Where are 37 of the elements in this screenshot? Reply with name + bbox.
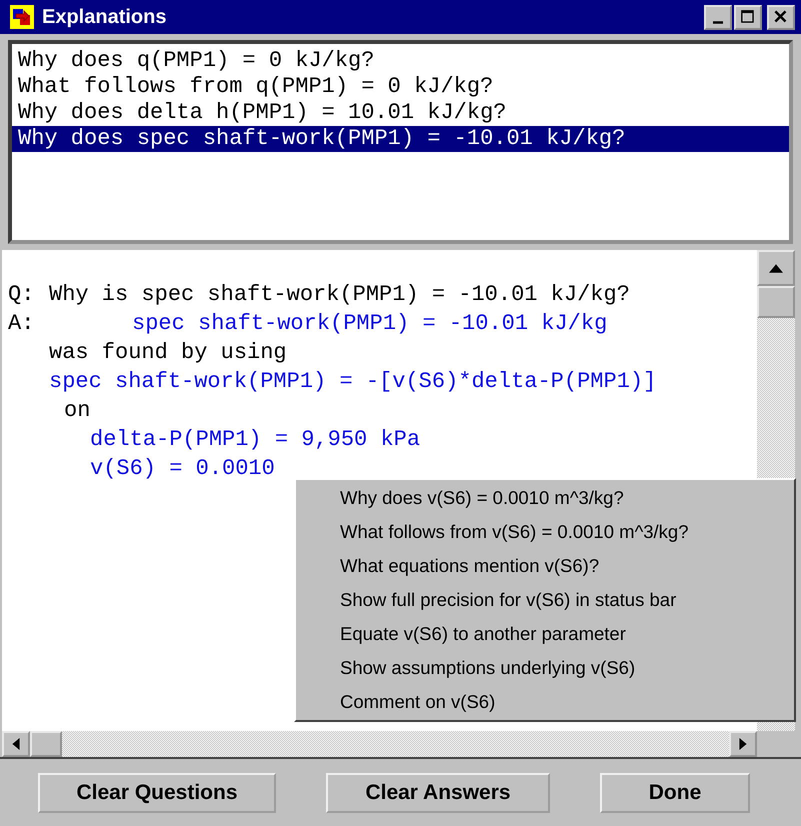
close-button[interactable] — [767, 4, 795, 30]
left-arrow-icon — [12, 738, 20, 750]
menu-item[interactable]: Equate v(S6) to another parameter — [340, 617, 794, 651]
menu-item[interactable]: Show assumptions underlying v(S6) — [340, 651, 794, 685]
question-item[interactable]: Why does delta h(PMP1) = 10.01 kJ/kg? — [12, 100, 789, 126]
scroll-right-button[interactable] — [729, 731, 757, 757]
window-title: Explanations — [42, 6, 168, 28]
question-item[interactable]: What follows from q(PMP1) = 0 kJ/kg? — [12, 74, 789, 100]
scroll-thumb[interactable] — [30, 731, 62, 757]
dialog-button[interactable]: Done — [600, 772, 750, 812]
menu-item[interactable]: Show full precision for v(S6) in status bar — [340, 583, 794, 617]
question-line[interactable]: Why is spec shaft-work(PMP1) = -10.01 kJ/kg? — [49, 280, 630, 309]
app-icon — [10, 5, 34, 29]
answer-line[interactable]: spec shaft-work(PMP1) = -10.01 kJ/kg — [132, 309, 608, 338]
maximize-button[interactable] — [734, 4, 762, 30]
menu-item[interactable]: Comment on v(S6) — [340, 685, 794, 719]
up-arrow-icon — [769, 264, 783, 272]
question-item[interactable]: Why does q(PMP1) = 0 kJ/kg? — [12, 48, 789, 74]
right-arrow-icon — [739, 738, 747, 750]
explanation-line[interactable]: on — [64, 396, 90, 425]
scroll-left-button[interactable] — [2, 731, 30, 757]
question-item[interactable]: Why does spec shaft-work(PMP1) = -10.01 kJ/kg? — [12, 126, 789, 152]
line-label: A: — [8, 310, 36, 338]
equation-line[interactable]: spec shaft-work(PMP1) = -[v(S6)*delta-P(PMP1)] — [49, 367, 656, 396]
scroll-thumb[interactable] — [757, 286, 795, 318]
menu-item[interactable]: What equations mention v(S6)? — [340, 549, 794, 583]
minimize-button[interactable] — [704, 4, 732, 30]
dialog-button[interactable]: Clear Questions — [38, 772, 276, 812]
menu-item[interactable]: Why does v(S6) = 0.0010 m^3/kg? — [340, 481, 794, 515]
input-line[interactable]: delta-P(PMP1) = 9,950 kPa — [90, 425, 420, 454]
line-label: Q: — [8, 281, 36, 309]
minimize-icon — [713, 20, 723, 24]
scroll-up-button[interactable] — [757, 250, 795, 286]
explanation-line[interactable]: was found by using — [49, 338, 287, 367]
dialog-button[interactable]: Clear Answers — [326, 772, 550, 812]
input-line[interactable]: v(S6) = 0.0010 — [90, 454, 275, 483]
menu-item[interactable]: What follows from v(S6) = 0.0010 m^3/kg? — [340, 515, 794, 549]
